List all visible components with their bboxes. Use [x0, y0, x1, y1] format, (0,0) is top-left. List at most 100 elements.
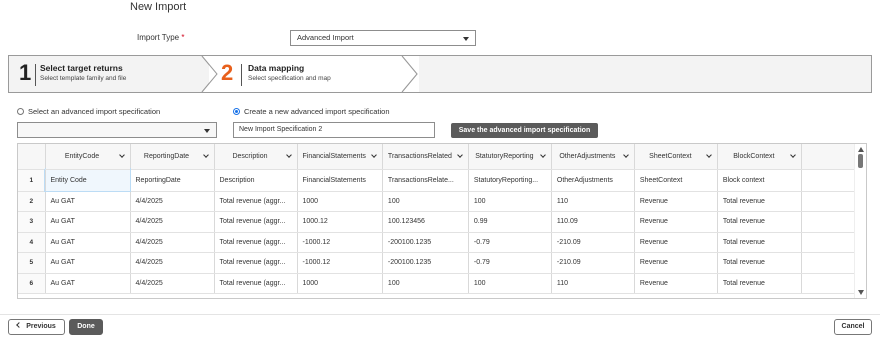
table-row[interactable]: 2 Au GAT 4/4/2025 Total revenue (aggr... 100…	[18, 191, 860, 212]
table-cell[interactable]: Total revenue	[717, 191, 802, 212]
table-cell[interactable]: Total revenue	[717, 232, 802, 253]
table-cell[interactable]: 1000.12	[297, 211, 383, 233]
table-cell[interactable]: -210.09	[551, 252, 635, 274]
radio-existing-spec[interactable]: Select an advanced import specification	[17, 107, 160, 116]
table-cell[interactable]: 0.99	[468, 211, 552, 233]
table-cell[interactable]: 4/4/2025	[130, 273, 215, 294]
table-row[interactable]: 1 Entity Code ReportingDate Description Fina…	[18, 168, 860, 192]
scroll-thumb[interactable]	[858, 154, 863, 168]
table-cell[interactable]: OtherAdjustments	[551, 169, 635, 192]
table-cell[interactable]: Au GAT	[45, 191, 131, 212]
scroll-down-icon[interactable]	[858, 290, 864, 295]
table-cell[interactable]: Total revenue (aggr...	[214, 191, 298, 212]
table-cell[interactable]: 1000	[297, 273, 383, 294]
table-cell[interactable]: -200100.1235	[382, 232, 469, 253]
table-cell[interactable]: 110	[551, 273, 635, 294]
table-cell[interactable]: 4/4/2025	[130, 232, 215, 253]
table-cell[interactable]: Description	[214, 169, 298, 192]
row-number: 2	[18, 191, 46, 212]
chevron-down-icon[interactable]	[623, 152, 629, 158]
table-cell[interactable]: 1000	[297, 191, 383, 212]
table-cell[interactable]: TransactionsRelate...	[382, 169, 469, 192]
table-row[interactable]: 6 Au GAT 4/4/2025 Total revenue (aggr... 100…	[18, 273, 860, 294]
table-cell[interactable]: Revenue	[634, 273, 718, 294]
table-cell[interactable]: 110.09	[551, 211, 635, 233]
import-type-select[interactable]: Advanced Import	[290, 30, 476, 46]
column-header-label: FinancialStatements	[302, 152, 366, 160]
table-cell[interactable]: 4/4/2025	[130, 211, 215, 233]
table-row[interactable]: 5 Au GAT 4/4/2025 Total revenue (aggr... -10…	[18, 252, 860, 274]
save-spec-button[interactable]: Save the advanced import specification	[451, 123, 598, 138]
table-cell[interactable]: 100	[382, 273, 469, 294]
table-cell[interactable]: Total revenue (aggr...	[214, 232, 298, 253]
table-cell[interactable]: Revenue	[634, 191, 718, 212]
column-header[interactable]: EntityCode	[45, 144, 131, 170]
step-1-title[interactable]: Select target returns	[40, 63, 123, 73]
column-header[interactable]: FinancialStatements	[297, 144, 383, 170]
chevron-down-icon[interactable]	[371, 152, 377, 158]
table-cell[interactable]: Au GAT	[45, 273, 131, 294]
radio-new-icon[interactable]	[233, 108, 240, 115]
scroll-up-icon[interactable]	[858, 147, 864, 152]
column-header[interactable]: TransactionsRelated	[382, 144, 469, 170]
chevron-down-icon[interactable]	[118, 152, 125, 158]
radio-existing-icon[interactable]	[17, 108, 24, 115]
table-cell[interactable]: Total revenue	[717, 273, 802, 294]
table-cell[interactable]: Total revenue (aggr...	[214, 273, 298, 294]
table-cell[interactable]: -1000.12	[297, 232, 383, 253]
cancel-button[interactable]: Cancel	[834, 319, 872, 335]
column-header[interactable]: Description	[214, 144, 298, 170]
empty-cell	[801, 232, 860, 253]
chevron-down-icon[interactable]	[457, 152, 463, 158]
table-row[interactable]: 4 Au GAT 4/4/2025 Total revenue (aggr... -10…	[18, 232, 860, 253]
column-header[interactable]: StatutoryReporting	[468, 144, 552, 170]
table-cell[interactable]: Au GAT	[45, 232, 131, 253]
table-cell[interactable]: 100	[468, 273, 552, 294]
column-header[interactable]: OtherAdjustments	[551, 144, 635, 170]
table-cell[interactable]: Total revenue (aggr...	[214, 211, 298, 233]
chevron-down-icon[interactable]	[790, 152, 796, 158]
table-cell[interactable]: Block context	[717, 169, 802, 192]
table-cell[interactable]: Total revenue	[717, 211, 802, 233]
table-cell[interactable]: Total revenue	[717, 252, 802, 274]
previous-button[interactable]: Previous	[8, 319, 65, 335]
column-header[interactable]: BlockContext	[717, 144, 802, 170]
table-cell[interactable]: 4/4/2025	[130, 252, 215, 274]
table-cell[interactable]: Revenue	[634, 211, 718, 233]
vertical-scrollbar[interactable]	[854, 144, 866, 298]
table-cell[interactable]: SheetContext	[634, 169, 718, 192]
table-cell[interactable]: StatutoryReporting...	[468, 169, 552, 192]
table-cell[interactable]: -0.79	[468, 232, 552, 253]
table-cell[interactable]: -210.09	[551, 232, 635, 253]
chevron-down-icon[interactable]	[540, 152, 546, 158]
table-cell[interactable]: 100	[382, 191, 469, 212]
table-cell[interactable]: Au GAT	[45, 252, 131, 274]
table-cell[interactable]: -0.79	[468, 252, 552, 274]
table-cell[interactable]: ReportingDate	[130, 169, 215, 192]
table-cell[interactable]: 110	[551, 191, 635, 212]
chevron-down-icon[interactable]	[706, 152, 712, 158]
done-button[interactable]: Done	[69, 319, 103, 335]
existing-spec-select[interactable]	[17, 122, 217, 138]
table-cell[interactable]: 4/4/2025	[130, 191, 215, 212]
column-header[interactable]: SheetContext	[634, 144, 718, 170]
table-cell[interactable]: Revenue	[634, 252, 718, 274]
table-cell[interactable]: 100.123456	[382, 211, 469, 233]
row-number: 5	[18, 252, 46, 274]
radio-new-spec[interactable]: Create a new advanced import specificati…	[233, 107, 390, 116]
chevron-down-icon[interactable]	[202, 152, 209, 158]
table-cell[interactable]: Entity Code	[44, 168, 131, 192]
chevron-down-icon[interactable]	[285, 152, 292, 158]
table-cell[interactable]: Au GAT	[45, 211, 131, 233]
table-cell[interactable]: -200100.1235	[382, 252, 469, 274]
table-cell[interactable]: 100	[468, 191, 552, 212]
new-spec-name-input[interactable]: New Import Specification 2	[233, 122, 435, 138]
step-2-title[interactable]: Data mapping	[248, 63, 304, 73]
step-1-subtitle: Select template family and file	[40, 75, 127, 82]
column-header[interactable]: ReportingDate	[130, 144, 215, 170]
table-cell[interactable]: Revenue	[634, 232, 718, 253]
table-row[interactable]: 3 Au GAT 4/4/2025 Total revenue (aggr... 100…	[18, 211, 860, 233]
table-cell[interactable]: Total revenue (aggr...	[214, 252, 298, 274]
table-cell[interactable]: -1000.12	[297, 252, 383, 274]
table-cell[interactable]: FinancialStatements	[297, 169, 383, 192]
